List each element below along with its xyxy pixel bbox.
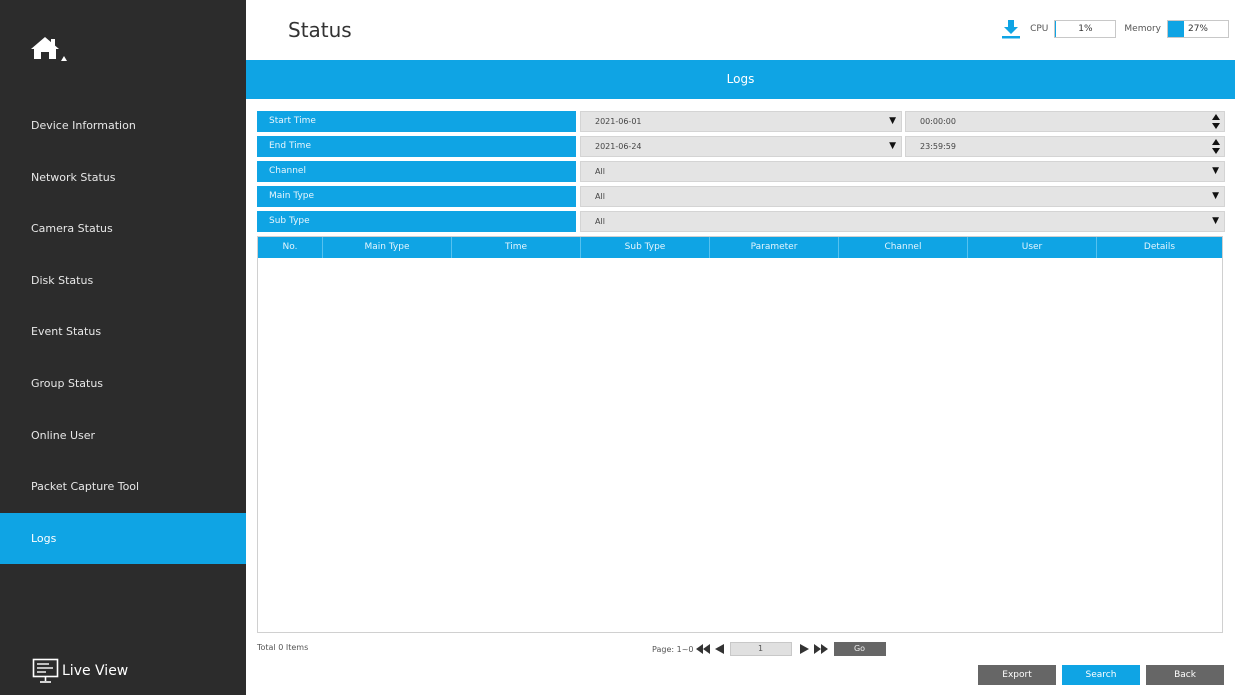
last-page-icon[interactable]	[813, 644, 828, 654]
channel-select[interactable]: All ▼	[580, 161, 1225, 182]
end-time-spinner[interactable]: 23:59:59	[905, 136, 1225, 157]
column-header-parameter[interactable]: Parameter	[710, 237, 839, 258]
start-date-value: 2021-06-01	[595, 117, 642, 126]
back-button[interactable]: Back	[1146, 665, 1224, 685]
column-header-sub-type[interactable]: Sub Type	[581, 237, 710, 258]
sidebar-item-camera-status[interactable]: Camera Status	[0, 203, 246, 255]
sidebar-item-event-status[interactable]: Event Status	[0, 306, 246, 358]
channel-value: All	[595, 167, 605, 176]
cpu-meter-fill	[1055, 21, 1056, 37]
memory-meter: 27%	[1167, 20, 1229, 38]
total-items: Total 0 Items	[257, 643, 309, 652]
sidebar-item-disk-status[interactable]: Disk Status	[0, 255, 246, 307]
column-header-main-type[interactable]: Main Type	[323, 237, 452, 258]
filter-row-main-type: Main Type All ▼	[257, 186, 1225, 207]
home-icon[interactable]	[30, 34, 72, 66]
channel-label: Channel	[257, 161, 576, 182]
column-header-time[interactable]: Time	[452, 237, 581, 258]
start-time-value: 00:00:00	[920, 117, 956, 126]
sidebar-item-device-information[interactable]: Device Information	[0, 100, 246, 152]
panel-title: Logs	[246, 60, 1235, 99]
sidebar-item-online-user[interactable]: Online User	[0, 410, 246, 462]
spinner-arrows-icon[interactable]	[1212, 138, 1220, 155]
sidebar-item-group-status[interactable]: Group Status	[0, 358, 246, 410]
end-time-value: 23:59:59	[920, 142, 956, 151]
column-header-channel[interactable]: Channel	[839, 237, 968, 258]
next-page-icon[interactable]	[798, 644, 812, 654]
column-header-user[interactable]: User	[968, 237, 1097, 258]
end-date-select[interactable]: 2021-06-24 ▼	[580, 136, 902, 157]
sidebar-item-logs[interactable]: Logs	[0, 512, 246, 565]
cpu-label: CPU	[1030, 24, 1049, 34]
filter-row-channel: Channel All ▼	[257, 161, 1225, 182]
dropdown-arrow-icon: ▼	[889, 141, 896, 151]
page-title: Status	[288, 18, 352, 42]
filter-row-start-time: Start Time 2021-06-01 ▼ 00:00:00	[257, 111, 1225, 132]
memory-value: 27%	[1187, 24, 1208, 34]
main-type-label: Main Type	[257, 186, 576, 207]
filter-row-sub-type: Sub Type All ▼	[257, 211, 1225, 232]
search-button[interactable]: Search	[1062, 665, 1140, 685]
end-time-label: End Time	[257, 136, 576, 157]
sidebar-item-network-status[interactable]: Network Status	[0, 152, 246, 204]
sidebar-nav: Device Information Network Status Camera…	[0, 100, 246, 565]
memory-meter-fill	[1168, 21, 1185, 37]
end-date-value: 2021-06-24	[595, 142, 642, 151]
spinner-arrows-icon[interactable]	[1212, 113, 1220, 130]
live-view-label: Live View	[62, 663, 129, 679]
dropdown-arrow-icon: ▼	[889, 116, 896, 126]
start-time-label: Start Time	[257, 111, 576, 132]
sub-type-label: Sub Type	[257, 211, 576, 232]
go-button[interactable]: Go	[833, 642, 886, 656]
page-number-input[interactable]: 1	[729, 642, 792, 656]
memory-label: Memory	[1124, 24, 1161, 34]
main-type-select[interactable]: All ▼	[580, 186, 1225, 207]
dropdown-arrow-icon: ▼	[1212, 216, 1219, 226]
first-page-icon[interactable]	[695, 644, 710, 654]
system-status: CPU 1% Memory 27%	[1000, 18, 1229, 40]
monitor-icon	[32, 658, 59, 683]
table-header: No. Main Type Time Sub Type Parameter Ch…	[258, 237, 1222, 258]
sidebar: Device Information Network Status Camera…	[0, 0, 246, 695]
download-icon[interactable]	[1000, 18, 1022, 40]
sub-type-select[interactable]: All ▼	[580, 211, 1225, 232]
sub-type-value: All	[595, 217, 605, 226]
start-date-select[interactable]: 2021-06-01 ▼	[580, 111, 902, 132]
pagination: Page: 1~0 1 Go	[652, 641, 886, 657]
sidebar-item-packet-capture-tool[interactable]: Packet Capture Tool	[0, 461, 246, 513]
export-button[interactable]: Export	[978, 665, 1056, 685]
live-view-button[interactable]: Live View	[32, 658, 128, 684]
main-type-value: All	[595, 192, 605, 201]
cpu-value: 1%	[1078, 24, 1093, 34]
page-label: Page: 1~0	[652, 644, 694, 654]
start-time-spinner[interactable]: 00:00:00	[905, 111, 1225, 132]
dropdown-arrow-icon: ▼	[1212, 191, 1219, 201]
filter-row-end-time: End Time 2021-06-24 ▼ 23:59:59	[257, 136, 1225, 157]
logs-table: No. Main Type Time Sub Type Parameter Ch…	[257, 236, 1223, 633]
previous-page-icon[interactable]	[712, 644, 726, 654]
column-header-details[interactable]: Details	[1097, 237, 1222, 258]
dropdown-arrow-icon: ▼	[1212, 166, 1219, 176]
column-header-no[interactable]: No.	[258, 237, 323, 258]
cpu-meter: 1%	[1054, 20, 1117, 38]
